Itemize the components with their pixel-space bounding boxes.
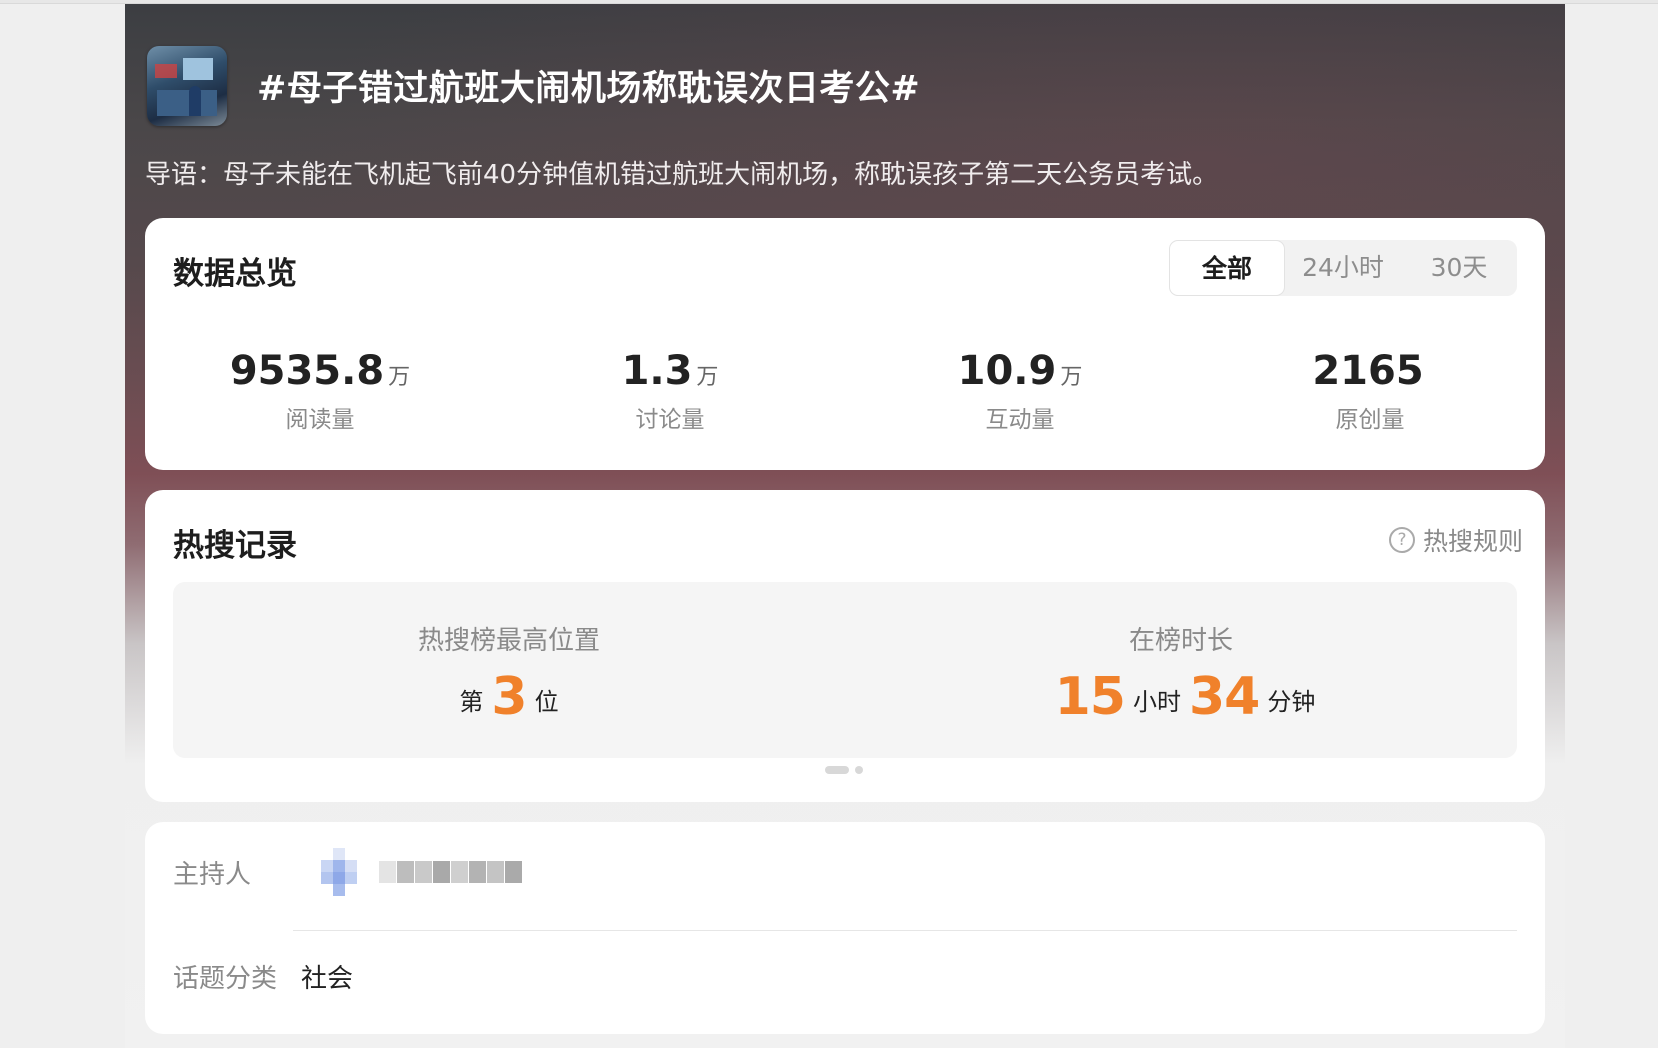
tab-all[interactable]: 全部: [1169, 240, 1285, 296]
stat-value: 10.9 万: [845, 348, 1195, 394]
rank-number: 3: [491, 667, 527, 727]
hours-unit: 小时: [1133, 688, 1181, 716]
stat-unit: 万: [1060, 365, 1083, 390]
topic-thumbnail: [147, 46, 227, 126]
thumbnail-window: [183, 58, 213, 80]
category-value[interactable]: 社会: [301, 958, 353, 995]
minutes-unit: 分钟: [1267, 688, 1316, 716]
stat-label: 阅读量: [285, 407, 355, 433]
stat-number: 9535.8: [229, 348, 385, 394]
highest-rank-label: 热搜榜最高位置: [417, 626, 600, 656]
host-label: 主持人: [173, 859, 252, 890]
topic-info-card: 主持人 话题分类 社会: [145, 822, 1545, 1034]
on-list-duration: 在榜时长 15 小时 34 分钟: [845, 582, 1517, 758]
thumbnail-sign: [155, 64, 177, 78]
highest-rank-value: 第3位: [173, 667, 845, 727]
pager-dot[interactable]: [855, 766, 863, 774]
stat-value: 2165: [1195, 348, 1545, 394]
stat-number: 10.9: [957, 348, 1057, 394]
overview-title: 数据总览: [173, 256, 297, 292]
topic-title: #母子错过航班大闹机场称耽误次日考公#: [257, 69, 921, 109]
duration-minutes: 34: [1189, 667, 1260, 727]
stat-unit: 万: [696, 365, 719, 390]
stat-number: 2165: [1312, 348, 1424, 394]
topic-page: #母子错过航班大闹机场称耽误次日考公# 导语：母子未能在飞机起飞前40分钟值机错…: [125, 4, 1565, 1048]
stats-row: 9535.8 万 阅读量 1.3 万 讨论量 10.9 万 互动量 2165 原创量: [145, 348, 1545, 434]
topic-lead: 导语：母子未能在飞机起飞前40分钟值机错过航班大闹机场，称耽误孩子第二天公务员考…: [145, 160, 1219, 190]
duration-label: 在榜时长: [1128, 626, 1233, 656]
hot-search-stats: 热搜榜最高位置 第3位 在榜时长 15 小时 34 分钟: [173, 582, 1517, 758]
stat-value: 1.3 万: [495, 348, 845, 394]
host-avatar-blurred[interactable]: [321, 844, 369, 900]
host-name-blurred[interactable]: [379, 861, 523, 883]
pager-dot-active[interactable]: [825, 766, 849, 774]
hot-search-title: 热搜记录: [173, 528, 297, 564]
duration-value: 15 小时 34 分钟: [845, 667, 1517, 727]
hot-search-card: 热搜记录 ? 热搜规则 热搜榜最高位置 第3位 在榜时长 15 小时 34 分钟: [145, 490, 1545, 802]
category-label: 话题分类: [173, 963, 278, 994]
data-overview-card: 数据总览 全部 24小时 30天 9535.8 万 阅读量 1.3 万 讨论量 10…: [145, 218, 1545, 470]
stat-discussions: 1.3 万 讨论量: [495, 348, 845, 434]
info-divider: [293, 930, 1517, 931]
tab-30d[interactable]: 30天: [1401, 240, 1517, 296]
hot-search-rules-link[interactable]: ? 热搜规则: [1388, 522, 1523, 558]
rank-prefix: 第: [459, 688, 484, 716]
host-row: 主持人: [173, 842, 1517, 902]
stat-label: 讨论量: [635, 407, 705, 433]
stat-reads: 9535.8 万 阅读量: [145, 348, 495, 434]
stat-number: 1.3: [621, 348, 693, 394]
duration-hours: 15: [1054, 667, 1126, 727]
carousel-pager: [825, 766, 863, 774]
rules-link-label: 热搜规则: [1422, 527, 1523, 556]
stat-interactions: 10.9 万 互动量: [845, 348, 1195, 434]
tab-24h[interactable]: 24小时: [1285, 240, 1401, 296]
stat-unit: 万: [388, 365, 411, 390]
category-row: 话题分类 社会: [173, 946, 1517, 1006]
stat-originals: 2165 原创量: [1195, 348, 1545, 434]
highest-rank: 热搜榜最高位置 第3位: [173, 582, 845, 758]
stat-label: 互动量: [985, 407, 1055, 433]
time-range-tabs: 全部 24小时 30天: [1169, 240, 1517, 296]
help-circle-icon: ?: [1388, 527, 1415, 553]
thumbnail-person: [189, 86, 201, 116]
stat-value: 9535.8 万: [145, 348, 495, 394]
rank-suffix: 位: [534, 688, 559, 716]
thumbnail-counter: [157, 90, 217, 116]
stat-label: 原创量: [1335, 407, 1405, 433]
